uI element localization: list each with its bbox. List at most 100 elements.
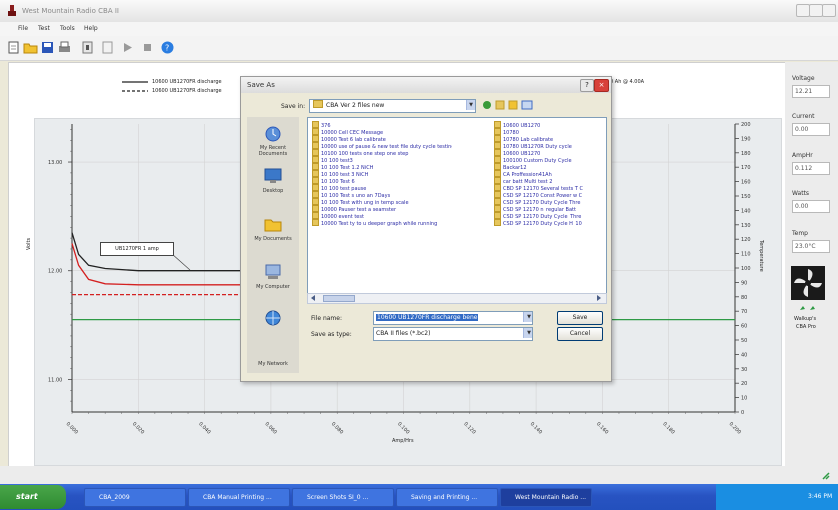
file-item[interactable]: 10000 Test 6 lab calibrate [312,135,452,142]
file-item[interactable]: CSD SP 12170 Duty Cycle_Thre [494,212,634,219]
file-item[interactable]: 100100 Custom Duty Cycle [494,156,634,163]
file-item[interactable]: 10 100 test pause [312,184,452,191]
dialog-close-button[interactable]: × [594,79,609,92]
file-item[interactable]: CSD SP 12170 n_regular Batt [494,205,634,212]
file-item[interactable]: 10000 Cell CEC Message [312,128,452,135]
file-item[interactable]: 10 100 test3 [312,156,452,163]
folder-icon [313,100,323,108]
y2-tick-label: 40 [741,352,747,358]
file-item[interactable]: 10 100 Test 6 [312,177,452,184]
y-axis-label: Volts [26,237,32,250]
task-cba-manual[interactable]: CBA Manual Printing ... [188,488,290,507]
file-item[interactable]: CSD SP 12170 Duty Cycle Thre [494,198,634,205]
y2-tick-label: 60 [741,324,747,330]
file-item[interactable]: 10 100 Test s uno an 7Days [312,191,452,198]
file-item[interactable]: 10 100 Test with ung in temp scale [312,198,452,205]
file-item[interactable]: CSD SP 12170 Duty Cycle H_10 [494,219,634,226]
my-network-icon[interactable] [263,309,283,327]
temp-label: Temp [792,230,808,237]
file-item[interactable]: 10780 UB1270R Duty cycle [494,142,634,149]
amphr-field: 0.112 [792,162,830,175]
task-screen-shots[interactable]: Screen Shots SI_0 ... [292,488,394,507]
chevron-down-icon[interactable]: ▼ [523,328,532,338]
file-item[interactable]: 10000 Pauser test a seamster [312,205,452,212]
save-button[interactable]: Save [557,311,603,325]
temp-field: 23.0°C [792,240,830,253]
file-item[interactable]: 10000 use of pause & new test file duty … [312,142,452,149]
file-item[interactable]: Backar12 [494,163,634,170]
annotation-pointer [171,253,191,271]
current-field: 0.00 [792,123,830,136]
x-tick-label: 0.160 [595,421,609,435]
x-tick-label: 0.020 [131,421,145,435]
file-column-right: 10600 UB1270 10780 10780 Lab calibrate 1078… [494,121,604,226]
y2-tick-label: 30 [741,367,747,373]
dialog-title-bar [241,77,611,93]
start-button[interactable]: start [0,485,66,509]
file-item[interactable]: CA Proffession41Ah [494,170,634,177]
chevron-down-icon[interactable]: ▼ [523,312,532,322]
recent-documents-icon[interactable] [263,125,283,143]
y-tick-label: 12.00 [48,269,62,275]
file-item[interactable]: 10780 [494,128,634,135]
place-recent[interactable]: My Recent Documents [247,145,299,157]
fan-icon [791,266,825,300]
y2-tick-label: 110 [741,252,751,258]
y2-tick-label: 130 [741,223,751,229]
save-in-dropdown[interactable]: CBA Ver 2 files new ▼ [309,99,476,113]
file-item[interactable]: 10600 UB1270 [494,149,634,156]
x-tick-label: 0.140 [529,421,543,435]
file-item[interactable]: 10 100 test 3 NiCH [312,170,452,177]
file-name-label: File name: [311,315,342,322]
place-my-network[interactable]: My Network [247,361,299,367]
file-item[interactable]: 376 [312,121,452,128]
save-as-type-select[interactable]: CBA II files (*.bc2) ▼ [373,327,533,341]
task-cba-2009[interactable]: CBA_2009 [84,488,186,507]
task-saving-printing[interactable]: Saving and Printing ... [396,488,498,507]
scrollbar-thumb[interactable] [323,295,355,302]
scroll-right-icon[interactable] [595,294,603,302]
x-tick-label: 0.060 [263,421,277,435]
file-item[interactable]: CBD SP 12170 Several tests T C [494,184,634,191]
task-west-mountain[interactable]: West Mountain Radio ... [500,488,592,507]
file-item[interactable]: 10 100 Test 1.2 NiCH [312,163,452,170]
x-tick-label: 0.080 [330,421,344,435]
y-tick-label: 11.00 [48,377,62,383]
file-name-input[interactable]: 10600 UB1270FR discharge bene ▼ [373,311,533,325]
views-icon [521,100,533,110]
dialog-help-button[interactable]: ? [580,79,594,92]
file-item[interactable]: car batt Multi test 2 [494,177,634,184]
file-item[interactable]: 10000 event test [312,212,452,219]
file-item[interactable]: 10000 Test ty to u deeper graph while ru… [312,219,452,226]
scroll-left-icon[interactable] [309,294,317,302]
x-tick-label: 0.000 [65,421,79,435]
y2-tick-label: 0 [741,410,744,416]
save-in-value: CBA Ver 2 files new [326,102,385,109]
place-my-documents[interactable]: My Documents [247,236,299,242]
place-my-computer[interactable]: My Computer [247,284,299,290]
x-tick-label: 0.200 [728,421,742,435]
my-documents-icon[interactable] [263,215,283,233]
file-item[interactable]: CSD SP 12170 Const Power w C [494,191,634,198]
y2-tick-label: 80 [741,295,747,301]
nav-toolbar [483,100,533,110]
y2-tick-label: 70 [741,309,747,315]
y2-tick-label: 90 [741,280,747,286]
chevron-down-icon[interactable]: ▼ [466,100,475,110]
file-name-value: 10600 UB1270FR discharge bene [376,314,479,321]
my-computer-icon[interactable] [263,263,283,281]
resize-grip-icon[interactable] [820,470,830,480]
x-tick-label: 0.100 [396,421,410,435]
cancel-button[interactable]: Cancel [557,327,603,341]
file-list[interactable]: 376 10000 Cell CEC Message 10000 Test 6 la… [307,117,607,295]
file-item[interactable]: 10780 Lab calibrate [494,135,634,142]
place-desktop[interactable]: Desktop [247,188,299,194]
file-item[interactable]: 10600 UB1270 [494,121,634,128]
y2-tick-label: 150 [741,194,751,200]
voltage-label: Voltage [792,75,815,82]
y2-axis-label: Temperature [758,240,764,272]
desktop-icon[interactable] [263,167,283,185]
y2-tick-label: 50 [741,338,747,344]
back-icon [483,101,491,109]
file-item[interactable]: 10100 100 tests one step one step [312,149,452,156]
